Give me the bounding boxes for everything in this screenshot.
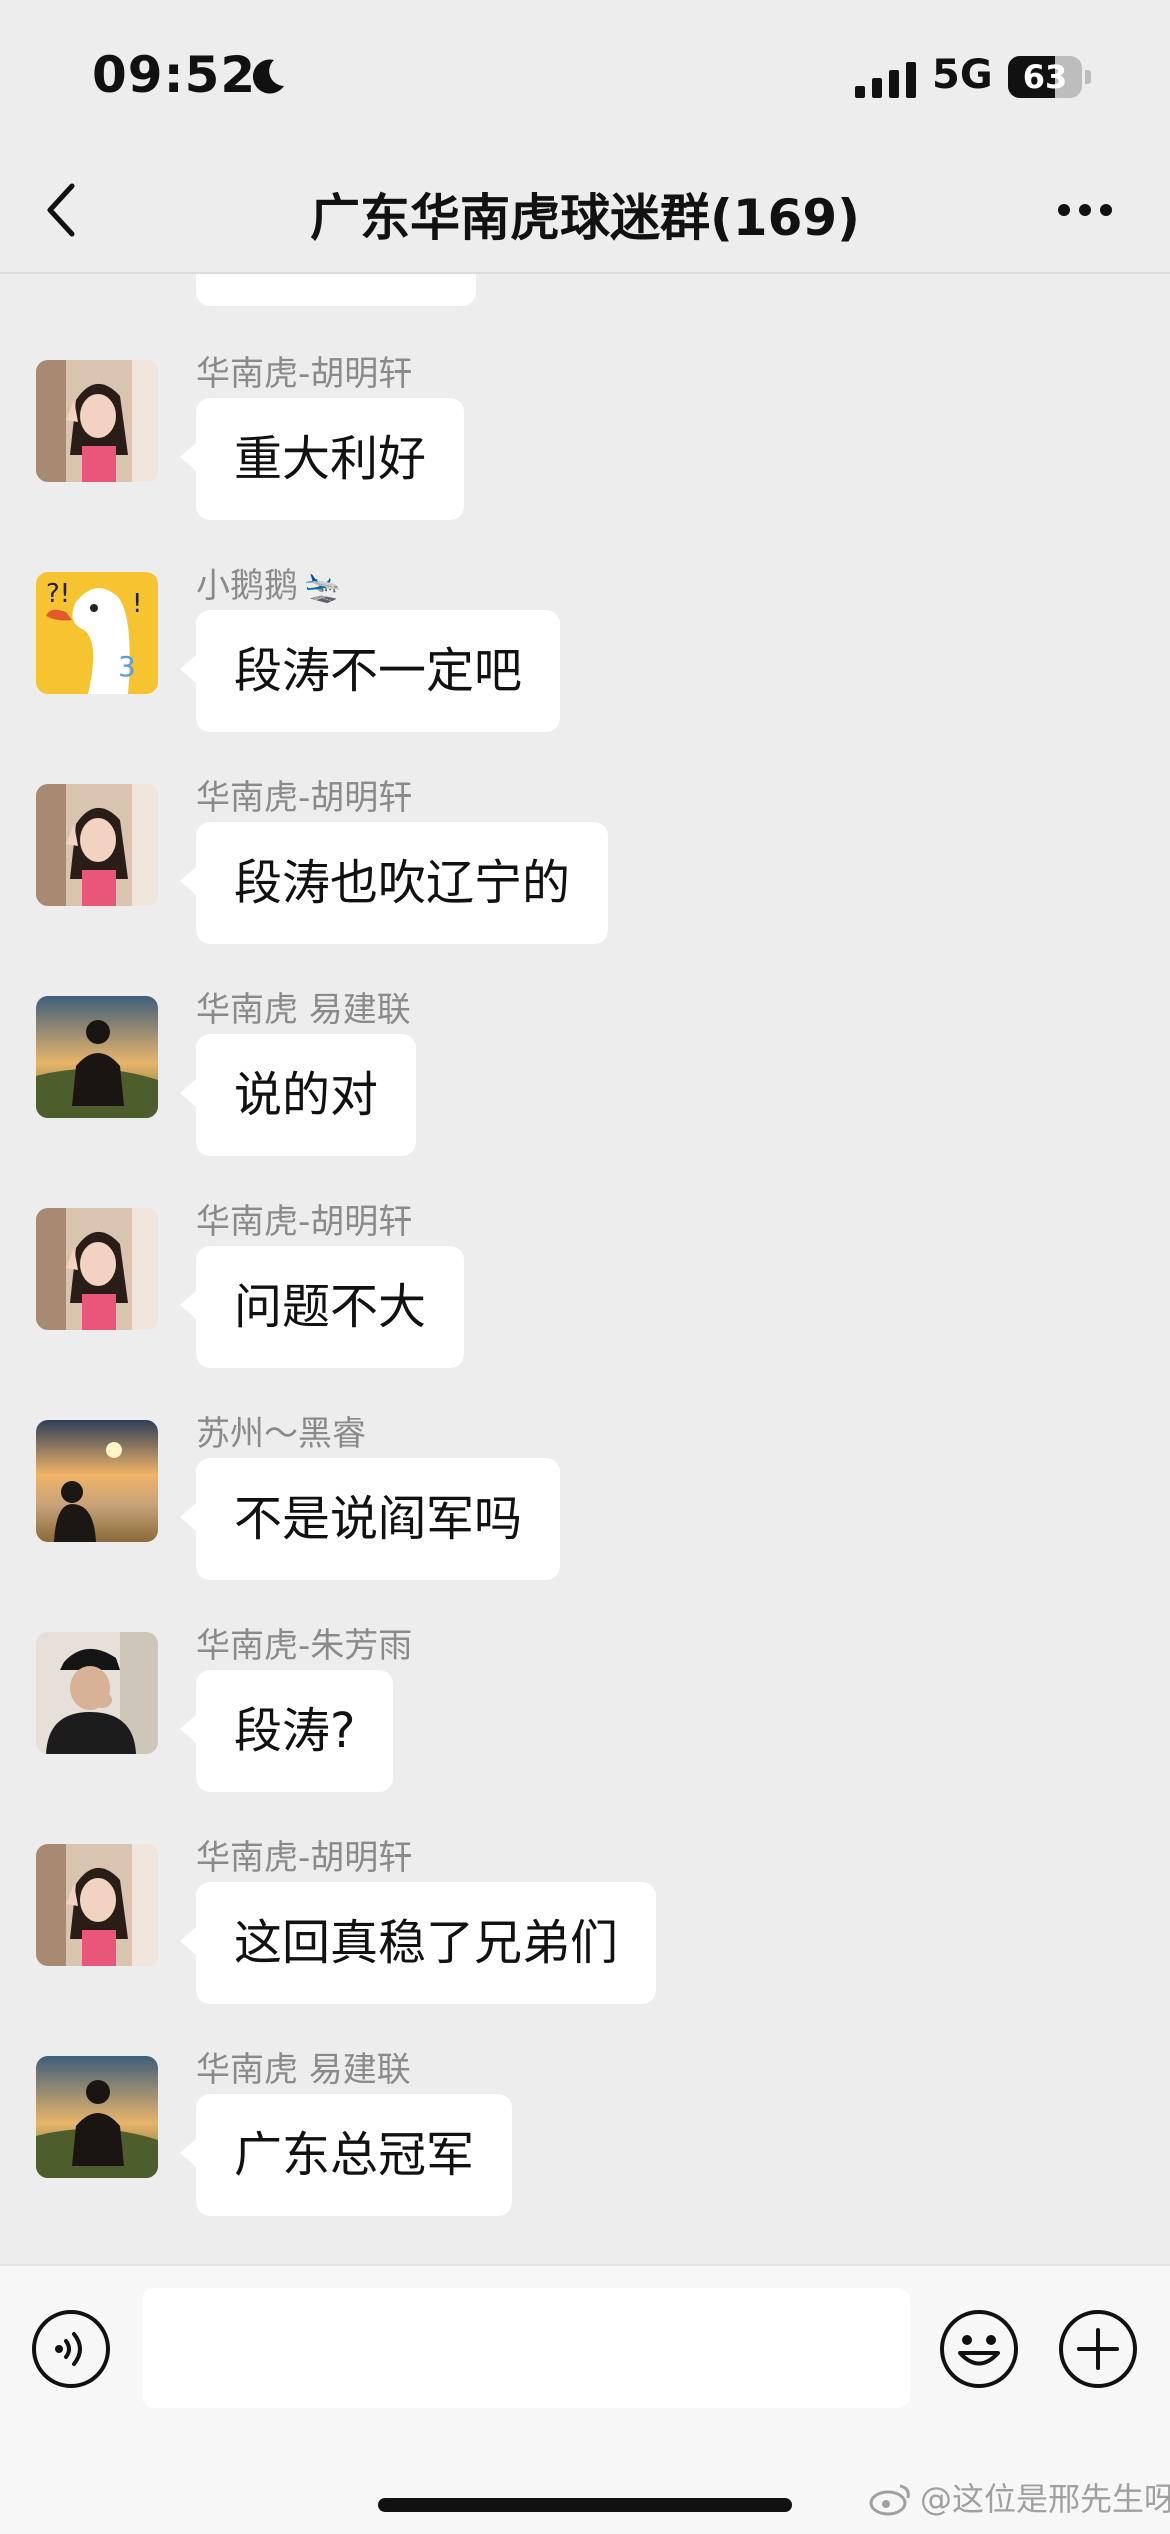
battery-cap bbox=[1085, 70, 1091, 84]
message-input[interactable] bbox=[142, 2288, 910, 2408]
sender-name-text: 华南虎-朱芳雨 bbox=[196, 1626, 413, 1666]
chat-message: 华南虎 易建联 说的对 bbox=[0, 910, 1170, 1156]
chat-message: 华南虎-胡明轩 重大利好 bbox=[0, 274, 1170, 520]
more-options-icon[interactable] bbox=[1056, 202, 1114, 218]
weibo-icon bbox=[869, 2484, 910, 2516]
sea-of-clouds-avatar[interactable] bbox=[36, 1420, 158, 1542]
sender-name: 小鹅鹅 🛬 bbox=[196, 558, 341, 607]
chat-message: 华南虎 易建联 广东总冠军 bbox=[0, 1970, 1170, 2216]
girl-avatar[interactable] bbox=[36, 1208, 158, 1330]
sender-name-text: 小鹅鹅 bbox=[196, 566, 298, 606]
chat-message: 华南虎-胡明轩 这回真稳了兄弟们 bbox=[0, 1758, 1170, 2004]
sender-name: 华南虎-胡明轩 bbox=[196, 346, 412, 395]
sender-name-text: 华南虎-胡明轩 bbox=[196, 354, 413, 394]
voice-input-icon[interactable] bbox=[30, 2308, 112, 2390]
plus-icon[interactable] bbox=[1057, 2308, 1139, 2390]
chat-message: 小鹅鹅 🛬 段涛不一定吧 bbox=[0, 486, 1170, 732]
girl-avatar[interactable] bbox=[36, 784, 158, 906]
status-time: 09:52 bbox=[92, 46, 257, 104]
home-indicator[interactable] bbox=[378, 2498, 792, 2512]
sender-emoji: 🛬 bbox=[304, 570, 342, 605]
cap-man-avatar[interactable] bbox=[36, 1632, 158, 1754]
moon-icon bbox=[252, 59, 284, 94]
sender-name: 华南虎-胡明轩 bbox=[196, 1830, 412, 1879]
sender-name-text: 苏州～黑睿 bbox=[196, 1414, 366, 1454]
chat-message: 苏州～黑睿 不是说阎军吗 bbox=[0, 1334, 1170, 1580]
signal-icon bbox=[855, 62, 916, 98]
emoji-icon[interactable] bbox=[938, 2308, 1020, 2390]
sender-name: 华南虎 易建联 bbox=[196, 2042, 411, 2091]
sender-name: 华南虎-朱芳雨 bbox=[196, 1618, 412, 1667]
sender-name-text: 华南虎-胡明轩 bbox=[196, 1838, 413, 1878]
watermark: @这位是邢先生呀 bbox=[920, 2480, 1170, 2518]
network-label: 5G bbox=[932, 52, 993, 98]
sender-name-text: 华南虎 易建联 bbox=[196, 2050, 411, 2090]
input-bar: @这位是邢先生呀 bbox=[0, 2264, 1170, 2534]
girl-avatar[interactable] bbox=[36, 360, 158, 482]
chat-message: 华南虎-胡明轩 问题不大 bbox=[0, 1122, 1170, 1368]
nav-bar: 广东华南虎球迷群(169) bbox=[0, 150, 1170, 274]
sender-name-text: 华南虎-胡明轩 bbox=[196, 1202, 413, 1242]
chat-message: 华南虎-朱芳雨 段涛? bbox=[0, 1546, 1170, 1792]
status-bar: 09:52 5G 63 bbox=[0, 0, 1170, 150]
group-title: 广东华南虎球迷群(169) bbox=[309, 189, 861, 247]
sunset-man-avatar[interactable] bbox=[36, 996, 158, 1118]
sender-name-text: 华南虎-胡明轩 bbox=[196, 778, 413, 818]
message-bubble[interactable]: 广东总冠军 bbox=[179, 2094, 513, 2216]
battery-icon: 63 bbox=[1008, 56, 1082, 98]
sender-name-text: 华南虎 易建联 bbox=[196, 990, 411, 1030]
sender-name: 华南虎 易建联 bbox=[196, 982, 411, 1031]
sender-name: 苏州～黑睿 bbox=[196, 1406, 366, 1455]
sender-name: 华南虎-胡明轩 bbox=[196, 770, 412, 819]
chat-message: 华南虎-胡明轩 段涛也吹辽宁的 bbox=[0, 698, 1170, 944]
chat-message-list[interactable]: 华南虎-胡明轩 重大利好 小鹅鹅 🛬 段涛不一定吧 华南虎-胡明轩 段涛也吹辽宁的 华南虎 易… bbox=[0, 274, 1170, 2264]
goose-avatar[interactable] bbox=[36, 572, 158, 694]
battery-level: 63 bbox=[1022, 58, 1068, 96]
sender-name: 华南虎-胡明轩 bbox=[196, 1194, 412, 1243]
sunset-man-avatar[interactable] bbox=[36, 2056, 158, 2178]
girl-avatar[interactable] bbox=[36, 1844, 158, 1966]
